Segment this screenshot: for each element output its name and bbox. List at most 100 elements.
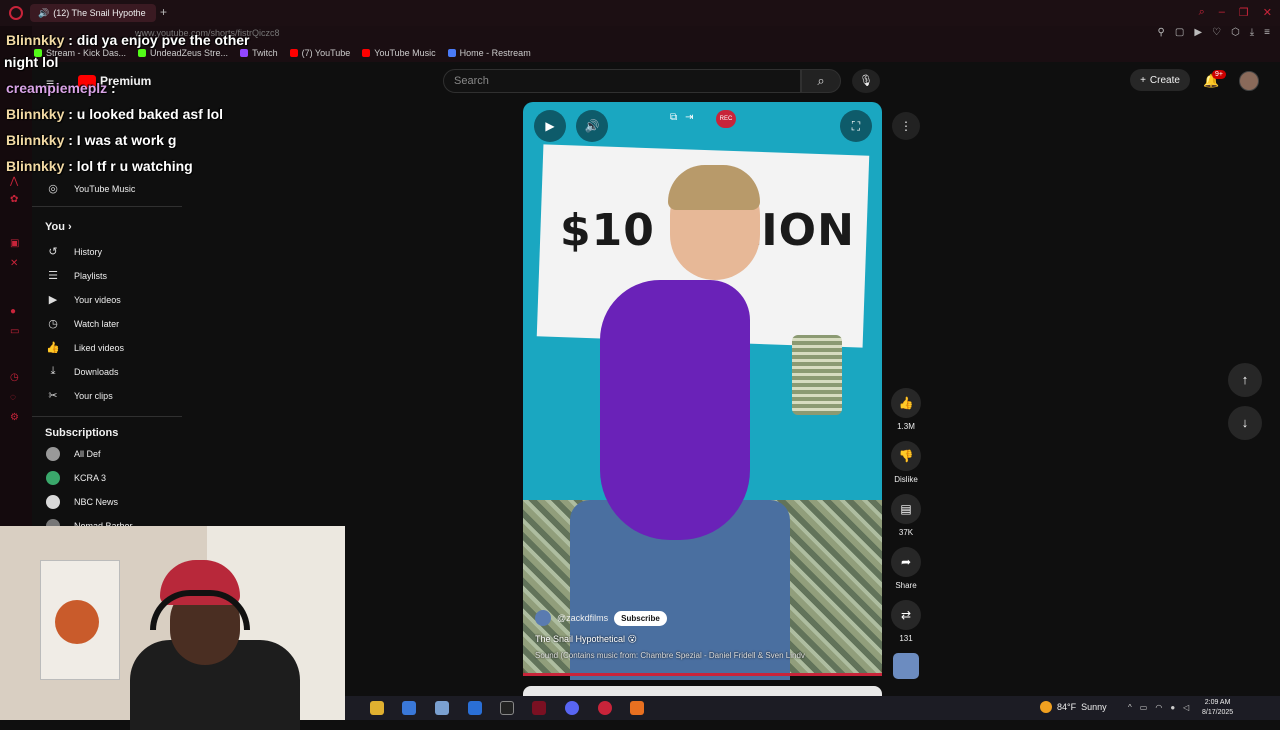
taskbar-clock[interactable]: 2:09 AM 8/17/2025 xyxy=(1202,698,1233,718)
network-icon[interactable]: ▭ xyxy=(1140,703,1148,712)
pinboard-side-icon[interactable]: ◌ xyxy=(10,392,22,404)
sidebar-item-label: Liked videos xyxy=(74,342,125,353)
tray-chevron-icon[interactable]: ^ xyxy=(1128,703,1132,712)
messenger-side-icon[interactable]: ● xyxy=(10,306,22,318)
popout-icon[interactable]: ⇥ xyxy=(685,112,693,123)
weather-widget[interactable]: 84°F Sunny xyxy=(1040,701,1107,713)
wifi-icon[interactable]: ◠ xyxy=(1155,703,1162,712)
channel-avatar xyxy=(46,471,60,485)
close-icon[interactable]: ✕ xyxy=(1263,6,1272,19)
bookmark-undeadzeus[interactable]: UndeadZeus Stre... xyxy=(138,48,228,58)
arrow-down-icon: ↓ xyxy=(1241,415,1249,430)
opera-gx-icon[interactable] xyxy=(598,701,612,715)
search-input[interactable]: Search xyxy=(443,69,801,93)
discord-icon[interactable] xyxy=(565,701,579,715)
volume-button[interactable]: 🔊 xyxy=(576,110,608,142)
outlook-icon[interactable] xyxy=(468,701,482,715)
x-side-icon[interactable]: ✕ xyxy=(10,258,22,270)
pip-icon[interactable]: ⧉ xyxy=(670,112,677,123)
comments-button[interactable]: ▤ 37K xyxy=(891,494,921,537)
next-short-preview[interactable] xyxy=(523,686,882,696)
channel-name[interactable]: @zackdfilms xyxy=(557,613,608,623)
your-videos-icon: ▶ xyxy=(48,294,58,306)
speaker-tray-icon[interactable]: ◁ xyxy=(1183,703,1189,712)
history-side-icon[interactable]: ◷ xyxy=(10,372,22,384)
window-controls: ⌕ – ❐ ✕ xyxy=(1199,6,1272,19)
share-button[interactable]: ➦ Share xyxy=(891,547,921,590)
sidebar-item-watch-later[interactable]: ◷ Watch later xyxy=(46,317,119,330)
dislike-label: Dislike xyxy=(894,475,918,484)
create-label: Create xyxy=(1149,74,1180,86)
channel-avatar[interactable] xyxy=(535,610,551,626)
browser-tab-bar xyxy=(0,0,1280,26)
mic-tray-icon[interactable]: ● xyxy=(1170,703,1175,712)
fullscreen-button[interactable]: ⛶ xyxy=(840,110,872,142)
play-button[interactable]: ▶ xyxy=(534,110,566,142)
voice-search-button[interactable]: 🎙 xyxy=(852,69,880,93)
file-explorer-icon[interactable] xyxy=(370,701,384,715)
speaker-icon: 🔊 xyxy=(38,7,50,18)
sound-thumbnail[interactable] xyxy=(893,653,919,679)
sidebar-item-liked-videos[interactable]: 👍 Liked videos xyxy=(46,341,124,354)
sidebar-item-history[interactable]: ↺ History xyxy=(46,245,102,258)
create-button[interactable]: + Create xyxy=(1130,69,1190,91)
bookmark-restream[interactable]: Home - Restream xyxy=(447,48,531,58)
download-icon[interactable]: ⤓ xyxy=(1250,27,1254,38)
heart-icon[interactable]: ♡ xyxy=(1212,27,1221,38)
more-options-button[interactable]: ⋮ xyxy=(892,112,920,140)
bookmark-youtube-music[interactable]: YouTube Music xyxy=(362,48,436,58)
player-side-icon[interactable]: ▭ xyxy=(10,326,22,338)
record-badge[interactable]: REC xyxy=(716,110,736,128)
maximize-icon[interactable]: ❐ xyxy=(1239,6,1249,19)
sidebar-item-your-clips[interactable]: ✂ Your clips xyxy=(46,389,112,402)
sidebar-item-youtube-music[interactable]: ◎ YouTube Music xyxy=(46,182,135,195)
firefox-icon[interactable] xyxy=(630,701,644,715)
arrow-up-icon: ↑ xyxy=(1241,372,1249,387)
snapshot-icon[interactable]: ▢ xyxy=(1175,27,1184,38)
search-tabs-icon[interactable]: ⌕ xyxy=(1199,6,1205,19)
store-icon[interactable] xyxy=(402,701,416,715)
menu-icon[interactable]: ≡ xyxy=(1264,27,1270,38)
twitch-side-icon[interactable]: ▣ xyxy=(10,238,22,250)
channel-row: @zackdfilms Subscribe xyxy=(535,610,667,626)
settings-side-icon[interactable]: ⚙ xyxy=(10,412,22,424)
app-icon[interactable] xyxy=(435,701,449,715)
sidebar-sub-kcra3[interactable]: KCRA 3 xyxy=(46,471,106,485)
like-button[interactable]: 👍 1.3M xyxy=(891,388,921,431)
bookmark-youtube[interactable]: (7) YouTube xyxy=(289,48,350,58)
sidebar-sub-nbc-news[interactable]: NBC News xyxy=(46,495,118,509)
subscribe-button[interactable]: Subscribe xyxy=(614,610,667,626)
new-tab-button[interactable]: + xyxy=(160,5,167,19)
x-app-icon[interactable] xyxy=(500,701,514,715)
video-title[interactable]: The Snail Hypothetical 😮 xyxy=(535,634,637,645)
remix-button[interactable]: ⇄ 131 xyxy=(891,600,921,643)
search-button[interactable]: ⌕ xyxy=(801,69,841,93)
sidebar-item-downloads[interactable]: ⤓ Downloads xyxy=(46,365,119,378)
browser-tab[interactable]: 🔊 (12) The Snail Hypothe xyxy=(30,4,156,22)
previous-short-button[interactable]: ↑ xyxy=(1228,363,1262,397)
chat-message: Blinnkky : lol tf r u watching xyxy=(6,158,193,174)
extensions-side-icon[interactable]: ✿ xyxy=(10,194,22,206)
play-icon: ▶ xyxy=(545,119,555,133)
aria-icon[interactable]: ⋀ xyxy=(10,176,22,188)
sidebar-you-heading[interactable]: You › xyxy=(45,221,72,233)
sidebar-sub-all-def[interactable]: All Def xyxy=(46,447,101,461)
video-music-credit[interactable]: Sound (Contains music from: Chambre Spez… xyxy=(535,651,805,660)
video-progress-bar[interactable] xyxy=(523,673,882,676)
bookmark-twitch[interactable]: Twitch xyxy=(240,48,278,58)
dislike-button[interactable]: 👎 Dislike xyxy=(891,441,921,484)
extensions-icon[interactable]: ⬡ xyxy=(1231,27,1240,38)
fullscreen-icon: ⛶ xyxy=(851,119,861,133)
sidebar-item-playlists[interactable]: ☰ Playlists xyxy=(46,269,107,282)
minimize-icon[interactable]: – xyxy=(1219,6,1225,19)
avatar[interactable] xyxy=(1239,71,1259,91)
search-icon: ⌕ xyxy=(817,73,825,88)
next-short-button[interactable]: ↓ xyxy=(1228,406,1262,440)
opera-logo-icon[interactable] xyxy=(9,6,23,20)
chat-message: Blinnkky : u looked baked asf lol xyxy=(6,106,224,122)
pin-icon[interactable]: ⚲ xyxy=(1158,27,1165,38)
opera-taskbar-icon[interactable] xyxy=(532,701,546,715)
sidebar-item-your-videos[interactable]: ▶ Your videos xyxy=(46,293,121,306)
flow-icon[interactable]: ▶ xyxy=(1194,27,1202,38)
remix-icon: ⇄ xyxy=(891,600,921,630)
